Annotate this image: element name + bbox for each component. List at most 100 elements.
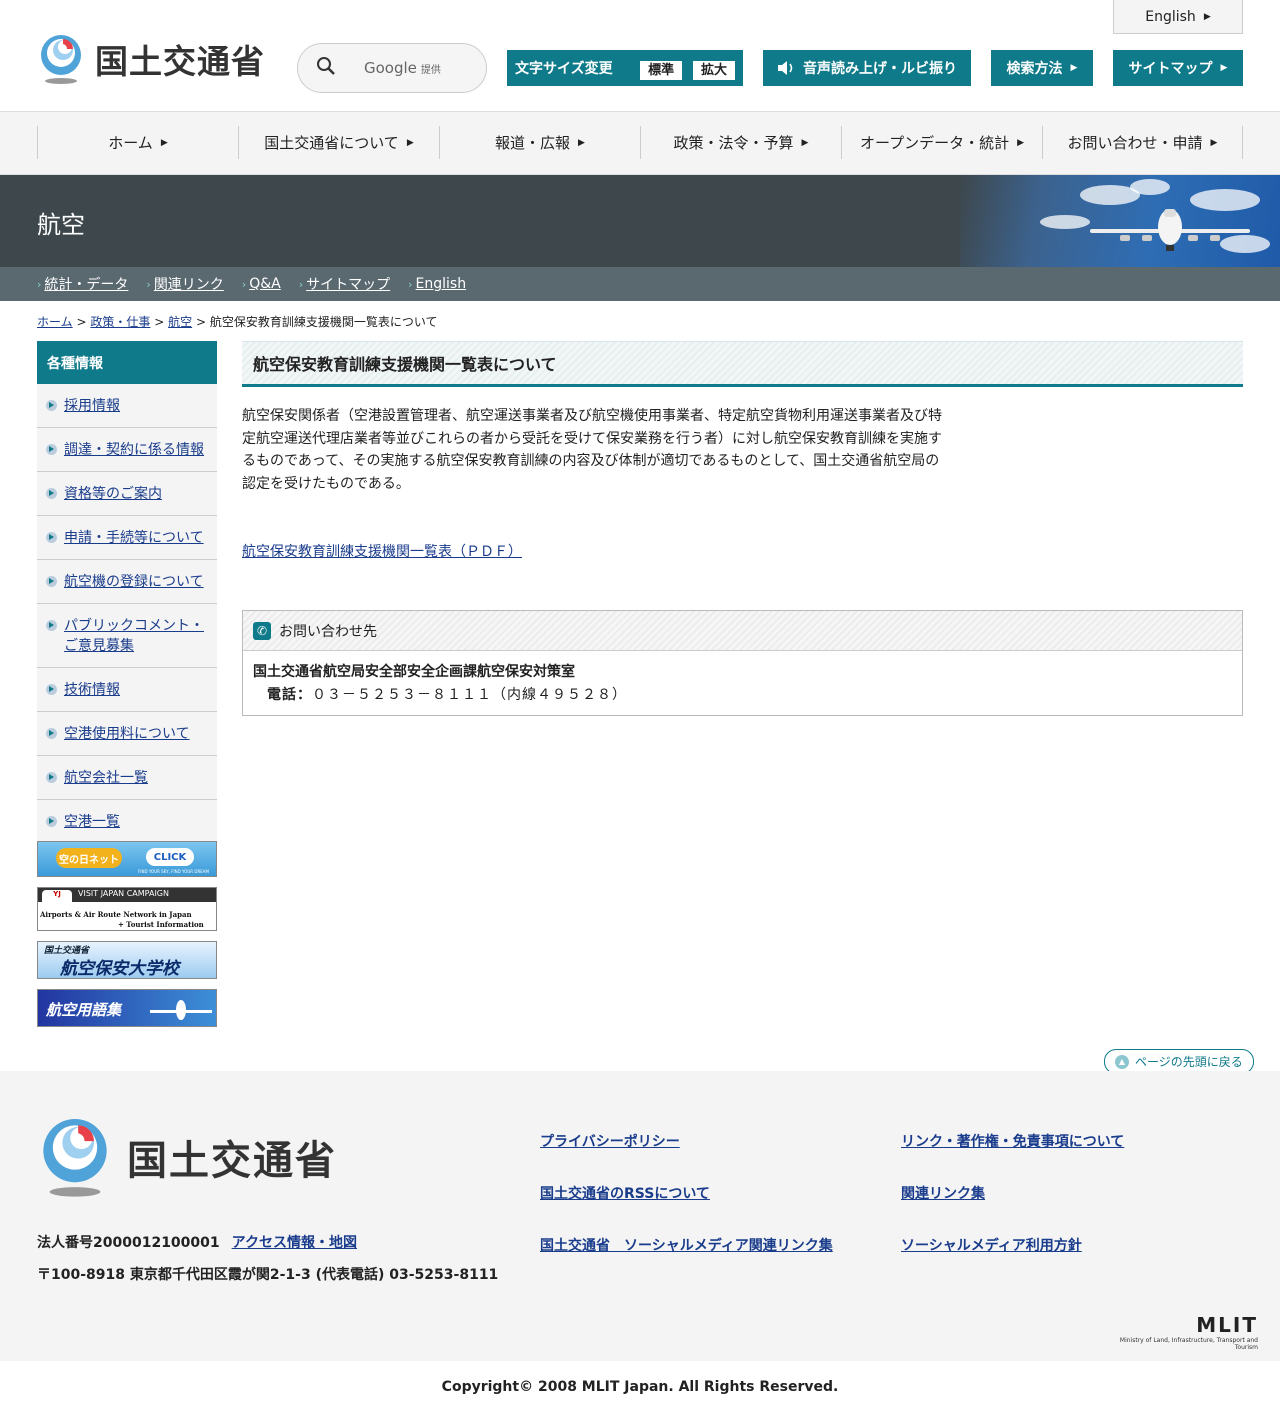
- airplane-image: [1090, 209, 1250, 251]
- sidebar-item-airports: 空港一覧: [37, 800, 217, 844]
- sidebar-item-airport-fees: 空港使用料について: [37, 712, 217, 756]
- bullet-arrow-icon: [46, 576, 57, 587]
- subnav-qa[interactable]: Q&A: [249, 276, 281, 292]
- sidebar-title: 各種情報: [37, 341, 217, 384]
- access-map-link[interactable]: アクセス情報・地図: [232, 1235, 357, 1251]
- social-media-links-link[interactable]: 国土交通省 ソーシャルメディア関連リンク集: [540, 1235, 833, 1287]
- chevron-right-icon: ›: [146, 277, 151, 291]
- breadcrumb: ホーム > 政策・仕事 > 航空 > 航空保安教育訓練支援機関一覧表について: [37, 315, 438, 329]
- visit-japan-banner[interactable]: VISIT JAPAN CAMPAIGN YJ Airports & Air R…: [37, 887, 217, 931]
- chevron-right-icon: ›: [408, 277, 413, 291]
- rss-link[interactable]: 国土交通省のRSSについて: [540, 1183, 833, 1235]
- chevron-right-icon: ›: [298, 277, 304, 291]
- sidebar-item-aircraft-registration: 航空機の登録について: [37, 560, 217, 604]
- mlit-logo-icon: [43, 1119, 107, 1197]
- logo-text: 国土交通省: [95, 42, 265, 81]
- sidebar-item-airlines: 航空会社一覧: [37, 756, 217, 800]
- triangle-right-icon: ▶: [160, 137, 168, 148]
- bullet-arrow-icon: [46, 620, 57, 631]
- gnav-item-contact[interactable]: お問い合わせ・申請 ▶: [1042, 126, 1243, 159]
- copyright: Copyright© 2008 MLIT Japan. All Rights R…: [0, 1361, 1280, 1413]
- footer-address: 〒100-8918 東京都千代田区霞が関2-1-3 (代表電話) 03-5253…: [37, 1267, 499, 1283]
- arrow-up-icon: ▲: [1115, 1054, 1129, 1069]
- subnav-statistics[interactable]: 統計・データ: [44, 274, 128, 294]
- bullet-arrow-icon: [46, 728, 57, 739]
- footer-links-col2: リンク・著作権・免責事項について 関連リンク集 ソーシャルメディア利用方針: [901, 1131, 1124, 1287]
- search-method-button[interactable]: 検索方法 ▶: [991, 50, 1093, 86]
- triangle-right-icon: ▶: [1210, 137, 1218, 148]
- global-nav: ホーム ▶ 国土交通省について ▶ 報道・広報 ▶ 政策・法令・予算 ▶ オープンデータ…: [0, 112, 1280, 175]
- triangle-right-icon: ▶: [801, 137, 809, 148]
- gnav-item-about[interactable]: 国土交通省について ▶: [238, 126, 439, 159]
- page-description: 航空保安関係者（空港設置管理者、航空運送事業者及び航空機使用事業者、特定航空貨物…: [242, 408, 942, 492]
- sidebar-item-procurement: 調達・契約に係る情報: [37, 428, 217, 472]
- breadcrumb-aviation[interactable]: 航空: [168, 315, 192, 329]
- search-box[interactable]: Google 提供: [297, 43, 487, 93]
- speaker-icon: [778, 61, 793, 75]
- contact-organization: 国土交通省航空局安全部安全企画課航空保安対策室: [253, 664, 575, 680]
- subnav-sitemap[interactable]: サイトマップ: [306, 274, 390, 294]
- sidebar-item-technical-info: 技術情報: [37, 668, 217, 712]
- subnav-english[interactable]: English: [416, 276, 467, 292]
- social-media-policy-link[interactable]: ソーシャルメディア利用方針: [901, 1235, 1124, 1287]
- font-size-control: 文字サイズ変更 標準 拡大: [507, 50, 743, 86]
- gnav-item-policy[interactable]: 政策・法令・予算 ▶: [640, 126, 841, 159]
- privacy-policy-link[interactable]: プライバシーポリシー: [540, 1131, 833, 1183]
- font-size-standard-button[interactable]: 標準: [640, 60, 683, 80]
- breadcrumb-current: 航空保安教育訓練支援機関一覧表について: [209, 315, 438, 329]
- contact-phone: 電話：０３－５２５３－８１１１（内線４９５２８）: [267, 687, 627, 703]
- triangle-right-icon: ▶: [406, 137, 414, 148]
- chevron-right-icon: ›: [241, 277, 247, 291]
- copyright-disclaimer-link[interactable]: リンク・著作権・免責事項について: [901, 1131, 1124, 1183]
- aviation-glossary-banner[interactable]: 航空用語集: [37, 989, 217, 1027]
- contact-box: ✆ お問い合わせ先 国土交通省航空局安全部安全企画課航空保安対策室 電話：０３－…: [242, 610, 1243, 716]
- voice-reading-button[interactable]: 音声読み上げ・ルビ振り: [763, 50, 971, 86]
- triangle-right-icon: ▶: [1070, 63, 1078, 73]
- search-icon[interactable]: [316, 56, 346, 81]
- airplane-icon: [150, 1000, 212, 1020]
- bullet-arrow-icon: [46, 444, 57, 455]
- sidebar-item-applications: 申請・手続等について: [37, 516, 217, 560]
- gnav-item-home[interactable]: ホーム ▶: [37, 126, 238, 159]
- triangle-right-icon: ▶: [1017, 137, 1025, 148]
- footer-logo[interactable]: 国土交通省: [37, 1115, 337, 1199]
- bullet-arrow-icon: [46, 816, 57, 827]
- font-size-large-button[interactable]: 拡大: [692, 60, 735, 80]
- bullet-arrow-icon: [46, 488, 57, 499]
- section-title: 航空: [37, 211, 85, 239]
- gnav-item-press[interactable]: 報道・広報 ▶: [439, 126, 640, 159]
- related-links-link[interactable]: 関連リンク集: [901, 1183, 1124, 1235]
- english-link[interactable]: English ▶: [1113, 0, 1243, 34]
- sidebar: 各種情報 採用情報 調達・契約に係る情報 資格等のご案内 申請・手続等について …: [37, 341, 217, 844]
- bullet-arrow-icon: [46, 772, 57, 783]
- mlit-wordmark: MLIT Ministry of Land, Infrastructure, T…: [1119, 1313, 1258, 1351]
- bullet-arrow-icon: [46, 684, 57, 695]
- footer-info: 法人番号2000012100001 アクセス情報・地図 〒100-8918 東京都…: [37, 1227, 498, 1291]
- aviation-safety-college-banner[interactable]: 国土交通省 航空保安大学校: [37, 941, 217, 979]
- sidebar-item-recruit: 採用情報: [37, 384, 217, 428]
- triangle-right-icon: ▶: [1203, 11, 1211, 22]
- font-size-label: 文字サイズ変更: [515, 61, 613, 77]
- triangle-right-icon: ▶: [578, 137, 585, 148]
- mlit-logo[interactable]: 国土交通省: [37, 33, 265, 85]
- page-title: 航空保安教育訓練支援機関一覧表について: [242, 341, 1243, 387]
- subnav-related-links[interactable]: 関連リンク: [154, 274, 224, 294]
- sub-nav: › 統計・データ › 関連リンク › Q&A › サイトマップ › English: [0, 267, 1280, 301]
- breadcrumb-policy[interactable]: 政策・仕事: [90, 315, 150, 329]
- bullet-arrow-icon: [46, 400, 57, 411]
- search-provider-label: Google 提供: [364, 59, 441, 77]
- mlit-logo-icon: [41, 35, 81, 84]
- sitemap-button[interactable]: サイトマップ ▶: [1113, 50, 1243, 86]
- sora-no-hi-banner[interactable]: 空の日ネット CLICK FIND YOUR SKY, FIND YOUR DR…: [37, 841, 217, 877]
- pdf-download-link[interactable]: 航空保安教育訓練支援機関一覧表（ＰＤＦ）: [242, 541, 522, 561]
- phone-icon: ✆: [253, 621, 271, 640]
- section-banner: 航空: [0, 175, 1280, 267]
- bullet-arrow-icon: [46, 532, 57, 543]
- triangle-right-icon: ▶: [1220, 63, 1228, 73]
- site-header: 国土交通省 Google 提供 English ▶ 文字サイズ変更 標準 拡大 音声…: [0, 0, 1280, 112]
- corporate-number: 法人番号2000012100001: [37, 1235, 220, 1251]
- gnav-item-opendata[interactable]: オープンデータ・統計 ▶: [841, 126, 1042, 159]
- breadcrumb-home[interactable]: ホーム: [37, 315, 73, 329]
- contact-heading: ✆ お問い合わせ先: [243, 611, 1242, 651]
- footer-links-col1: プライバシーポリシー 国土交通省のRSSについて 国土交通省 ソーシャルメディア…: [540, 1131, 833, 1287]
